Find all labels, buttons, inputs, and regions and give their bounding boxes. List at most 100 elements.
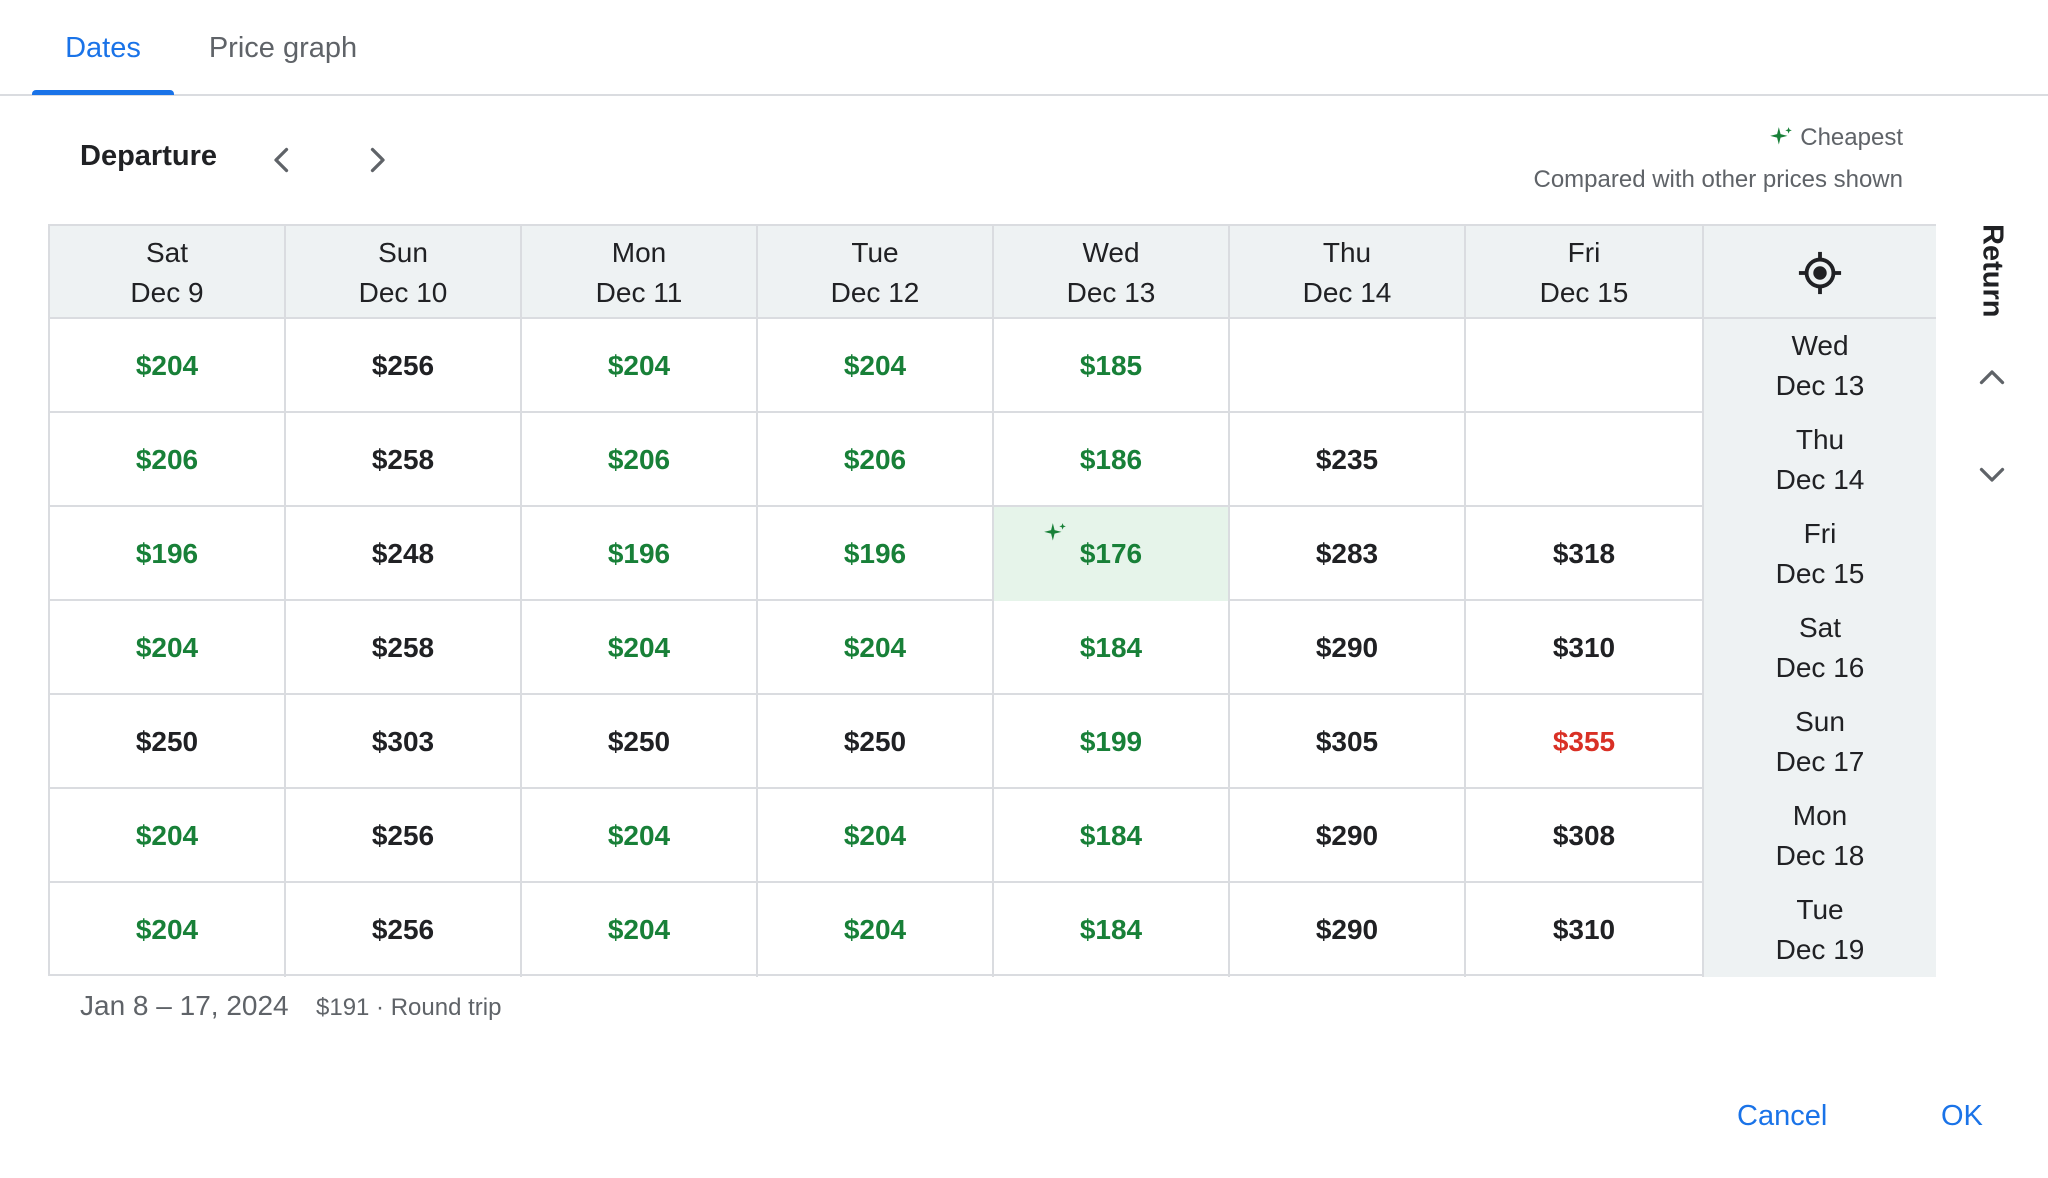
sparkle-icon [1044,523,1066,541]
price-cell[interactable]: $184 [994,883,1230,977]
price-cell[interactable]: $235 [1230,413,1466,507]
price-value: $256 [371,914,435,945]
price-cell[interactable]: $250 [758,695,994,789]
price-value: $283 [1315,538,1379,569]
tab-price-graph[interactable]: Price graph [196,0,370,96]
next-departure-button[interactable] [353,136,401,184]
departure-weekday: Fri [1567,236,1601,268]
sparkle-icon [1770,127,1793,145]
departure-header-row: Sat Dec 9 Sun Dec 10 Mon Dec 11 Tue Dec 12 Wed De… [50,226,1936,319]
price-cell[interactable]: $318 [1466,507,1704,601]
return-date-header: Wed Dec 13 [1704,319,1936,413]
price-value: $185 [1079,350,1143,381]
active-tab-indicator [32,90,174,95]
price-value: $290 [1315,820,1379,851]
departure-date: Dec 11 [595,276,683,308]
price-cell[interactable]: $204 [758,789,994,883]
cheapest-legend-label: Cheapest [1800,124,1903,151]
price-cell[interactable]: $206 [50,413,286,507]
price-cell[interactable]: $355 [1466,695,1704,789]
price-cell[interactable]: $303 [286,695,522,789]
current-dates-cell[interactable] [1704,226,1936,319]
price-cell[interactable]: $204 [50,319,286,413]
price-cell[interactable]: $290 [1230,883,1466,977]
previous-return-button[interactable] [1968,354,2016,402]
departure-weekday: Sun [378,236,428,268]
departure-date: Dec 10 [358,276,448,308]
price-value: $235 [1315,444,1379,475]
price-value: $310 [1552,914,1616,945]
price-cell[interactable]: $184 [994,601,1230,695]
price-cell[interactable]: $204 [50,601,286,695]
previous-departure-button[interactable] [258,136,306,184]
price-value: $290 [1315,914,1379,945]
price-cell[interactable]: $204 [522,883,758,977]
price-value: $248 [371,538,435,569]
price-cell[interactable]: $204 [758,319,994,413]
price-value: $258 [371,632,435,663]
price-cell[interactable]: $256 [286,789,522,883]
price-cell[interactable]: $204 [50,883,286,977]
price-cell[interactable]: $204 [522,789,758,883]
price-value: $204 [135,350,199,381]
price-cell[interactable]: $196 [50,507,286,601]
chevron-right-icon [370,147,385,173]
price-cell[interactable]: $290 [1230,601,1466,695]
price-cell[interactable]: $305 [1230,695,1466,789]
price-cell[interactable]: $204 [522,319,758,413]
return-date-row: $204 $258 $204 $204 $184 $290 $310 Sat Dec 16 [50,601,1936,695]
price-cell[interactable]: $248 [286,507,522,601]
ok-button[interactable]: OK [1941,1100,1983,1133]
price-cell[interactable]: $199 [994,695,1230,789]
departure-column-header: Thu Dec 14 [1230,226,1466,319]
price-cell[interactable]: $206 [758,413,994,507]
return-date: Dec 17 [1775,746,1865,777]
departure-date: Dec 12 [830,276,920,308]
gps-target-icon [1798,251,1842,294]
price-value: $206 [135,444,199,475]
return-date-row: $250 $303 $250 $250 $199 $305 $355 Sun Dec 17 [50,695,1936,789]
price-cell[interactable]: $250 [50,695,286,789]
price-cell[interactable]: $204 [758,601,994,695]
price-cell[interactable]: $258 [286,601,522,695]
price-cell[interactable]: $184 [994,789,1230,883]
price-cell[interactable]: $204 [522,601,758,695]
price-cell[interactable]: $206 [522,413,758,507]
price-cell[interactable]: $256 [286,883,522,977]
return-weekday: Mon [1792,800,1848,831]
price-cell[interactable]: $283 [1230,507,1466,601]
price-value: $204 [135,914,199,945]
tab-dates[interactable]: Dates [32,0,174,96]
departure-column-header: Tue Dec 12 [758,226,994,319]
next-return-button[interactable] [1968,450,2016,498]
price-value: $184 [1079,632,1143,663]
price-value: $258 [371,444,435,475]
price-cell[interactable]: $308 [1466,789,1704,883]
price-cell[interactable]: $310 [1466,883,1704,977]
price-cell[interactable]: $196 [522,507,758,601]
price-cell[interactable]: $258 [286,413,522,507]
price-cell[interactable]: $186 [994,413,1230,507]
departure-weekday: Wed [1082,236,1140,268]
price-cell[interactable]: $185 [994,319,1230,413]
departure-column-header: Sat Dec 9 [50,226,286,319]
price-value: $256 [371,820,435,851]
price-cell[interactable]: $290 [1230,789,1466,883]
price-value: $204 [607,914,671,945]
price-cell[interactable]: $204 [758,883,994,977]
price-cell[interactable]: $310 [1466,601,1704,695]
return-date-row: $204 $256 $204 $204 $185 Wed Dec 13 [50,319,1936,413]
cancel-button[interactable]: Cancel [1737,1100,1827,1133]
departure-column-header: Mon Dec 11 [522,226,758,319]
return-date: Dec 18 [1775,840,1865,871]
cheapest-price-cell[interactable]: $176 [994,507,1230,601]
price-value: $305 [1315,726,1379,757]
price-value: $290 [1315,632,1379,663]
price-value: $204 [843,350,907,381]
price-cell[interactable]: $196 [758,507,994,601]
price-value: $204 [607,820,671,851]
price-cell[interactable]: $256 [286,319,522,413]
price-cell[interactable]: $250 [522,695,758,789]
price-value: $204 [135,820,199,851]
price-cell[interactable]: $204 [50,789,286,883]
